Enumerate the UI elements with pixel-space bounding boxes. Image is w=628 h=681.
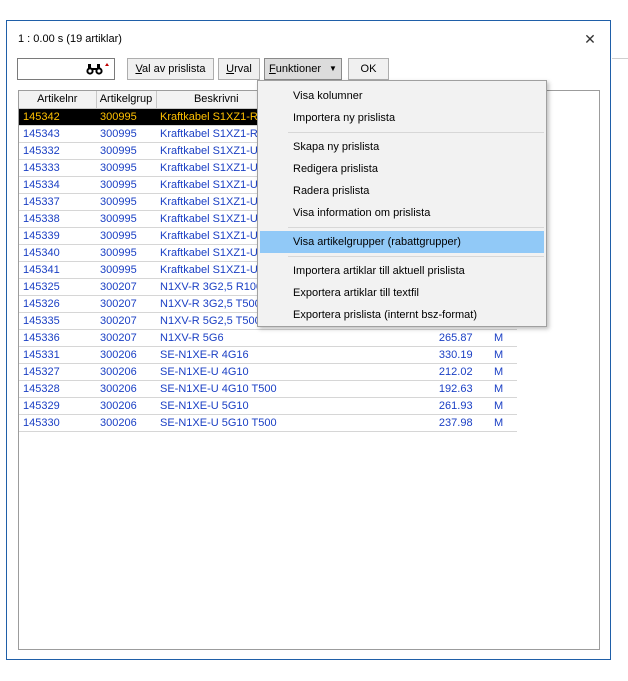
table-row[interactable]: 145328 300206 SE-N1XE-U 4G10 T500 192.63 M: [19, 380, 517, 398]
menu-item[interactable]: Visa kolumner: [260, 85, 544, 107]
cell-artikelgrup: 300995: [96, 261, 156, 279]
menu-separator: [288, 132, 544, 133]
cell-artikelgrup: 300207: [96, 278, 156, 296]
menu-item[interactable]: Visa artikelgrupper (rabattgrupper): [260, 231, 544, 253]
cell-artikelgrup: 300995: [96, 176, 156, 194]
cell-beskrivning: SE-N1XE-U 5G10 T500: [156, 414, 277, 432]
cell-artikelgrup: 300995: [96, 159, 156, 177]
urval-button[interactable]: Urval: [218, 58, 260, 80]
cell-beskrivning: SE-N1XE-U 4G10 T500: [156, 380, 277, 398]
ok-button[interactable]: OK: [348, 58, 389, 80]
binoculars-icon[interactable]: [85, 62, 111, 80]
cell-unit: M: [476, 397, 517, 415]
cell-artikelgrup: 300206: [96, 414, 156, 432]
val-av-prislista-button[interactable]: Val av prislista: [127, 58, 214, 80]
cell-artikelnr: 145340: [19, 244, 96, 262]
cell-artikelnr: 145335: [19, 312, 96, 330]
table-row[interactable]: 145329 300206 SE-N1XE-U 5G10 261.93 M: [19, 397, 517, 415]
menu-separator: [288, 227, 544, 228]
cell-artikelnr: 145337: [19, 193, 96, 211]
background-window-edge: [612, 58, 628, 59]
cell-unit: M: [476, 329, 517, 347]
table-row[interactable]: 145330 300206 SE-N1XE-U 5G10 T500 237.98 M: [19, 414, 517, 432]
cell-price: 237.98: [376, 414, 477, 432]
cell-artikelgrup: 300995: [96, 125, 156, 143]
cell-blank: [276, 363, 377, 381]
cell-price: 330.19: [376, 346, 477, 364]
window-title: 1 : 0.00 s (19 artiklar): [18, 33, 122, 45]
cell-artikelnr: 145328: [19, 380, 96, 398]
cell-artikelnr: 145338: [19, 210, 96, 228]
cell-artikelgrup: 300206: [96, 397, 156, 415]
menu-item[interactable]: Redigera prislista: [260, 158, 544, 180]
funktioner-button[interactable]: Funktioner ▼: [264, 58, 342, 80]
cell-artikelnr: 145343: [19, 125, 96, 143]
cell-blank: [276, 414, 377, 432]
cell-price: 261.93: [376, 397, 477, 415]
search-input[interactable]: [17, 58, 115, 80]
menu-item[interactable]: Visa information om prislista: [260, 202, 544, 224]
cell-unit: M: [476, 414, 517, 432]
cell-blank: [276, 346, 377, 364]
cell-artikelnr: 145341: [19, 261, 96, 279]
cell-artikelnr: 145336: [19, 329, 96, 347]
menu-item[interactable]: Radera prislista: [260, 180, 544, 202]
table-row[interactable]: 145336 300207 N1XV-R 5G6 265.87 M: [19, 329, 517, 347]
table-row[interactable]: 145327 300206 SE-N1XE-U 4G10 212.02 M: [19, 363, 517, 381]
cell-artikelnr: 145342: [19, 108, 96, 126]
cell-artikelnr: 145334: [19, 176, 96, 194]
column-header-artikelgrup[interactable]: Artikelgrup: [96, 91, 157, 109]
cell-artikelgrup: 300995: [96, 210, 156, 228]
cell-blank: [276, 380, 377, 398]
cell-artikelgrup: 300995: [96, 142, 156, 160]
cell-artikelnr: 145333: [19, 159, 96, 177]
cell-artikelgrup: 300206: [96, 380, 156, 398]
column-header-artikelnr[interactable]: Artikelnr: [19, 91, 97, 109]
cell-artikelgrup: 300206: [96, 346, 156, 364]
cell-artikelnr: 145329: [19, 397, 96, 415]
cell-beskrivning: SE-N1XE-R 4G16: [156, 346, 277, 364]
cell-price: 212.02: [376, 363, 477, 381]
cell-blank: [276, 397, 377, 415]
chevron-down-icon: ▼: [329, 64, 337, 74]
table-row[interactable]: 145331 300206 SE-N1XE-R 4G16 330.19 M: [19, 346, 517, 364]
close-icon[interactable]: ✕: [582, 31, 598, 47]
cell-artikelnr: 145339: [19, 227, 96, 245]
cell-artikelgrup: 300995: [96, 193, 156, 211]
menu-item[interactable]: Importera ny prislista: [260, 107, 544, 129]
cell-price: 265.87: [376, 329, 477, 347]
cell-unit: M: [476, 346, 517, 364]
cell-beskrivning: N1XV-R 5G6: [156, 329, 277, 347]
cell-artikelnr: 145326: [19, 295, 96, 313]
menu-separator: [288, 256, 544, 257]
funktioner-menu: Visa kolumner Importera ny prislista Skapa…: [257, 80, 547, 327]
cell-artikelnr: 145325: [19, 278, 96, 296]
menu-item[interactable]: Importera artiklar till aktuell prislist…: [260, 260, 544, 282]
cell-artikelnr: 145330: [19, 414, 96, 432]
menu-item[interactable]: Skapa ny prislista: [260, 136, 544, 158]
cell-artikelgrup: 300207: [96, 312, 156, 330]
cell-blank: [276, 329, 377, 347]
cell-artikelgrup: 300995: [96, 108, 156, 126]
cell-unit: M: [476, 363, 517, 381]
cell-artikelgrup: 300207: [96, 329, 156, 347]
cell-artikelgrup: 300207: [96, 295, 156, 313]
cell-artikelnr: 145332: [19, 142, 96, 160]
cell-artikelgrup: 300995: [96, 227, 156, 245]
cell-unit: M: [476, 380, 517, 398]
cell-beskrivning: SE-N1XE-U 5G10: [156, 397, 277, 415]
menu-item[interactable]: Exportera prislista (internt bsz-format): [260, 304, 544, 326]
cell-beskrivning: SE-N1XE-U 4G10: [156, 363, 277, 381]
menu-item[interactable]: Exportera artiklar till textfil: [260, 282, 544, 304]
cell-price: 192.63: [376, 380, 477, 398]
cell-artikelnr: 145327: [19, 363, 96, 381]
cell-artikelgrup: 300995: [96, 244, 156, 262]
cell-artikelnr: 145331: [19, 346, 96, 364]
cell-artikelgrup: 300206: [96, 363, 156, 381]
